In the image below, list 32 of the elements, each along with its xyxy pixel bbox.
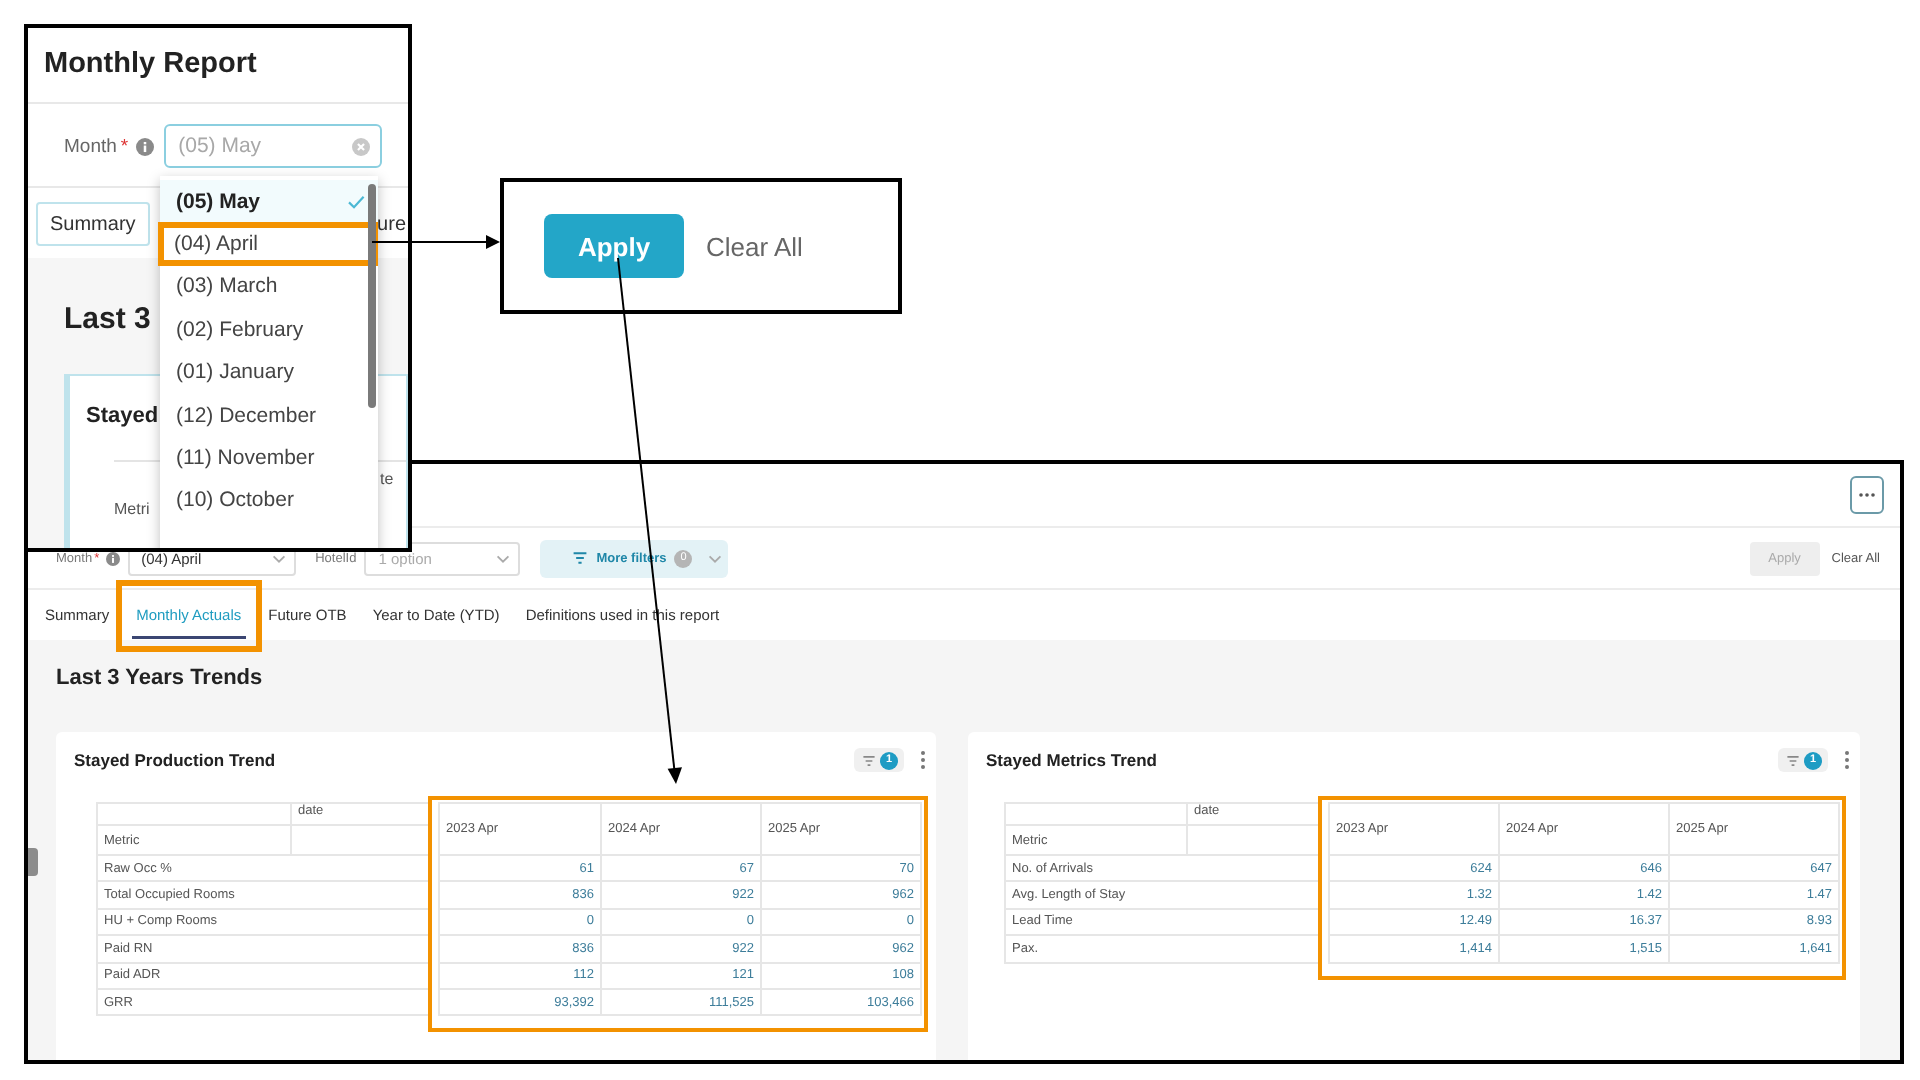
field-label: Month	[64, 135, 117, 157]
more-icon	[1858, 492, 1876, 498]
scrollbar[interactable]	[368, 184, 376, 408]
clear-all-link[interactable]: Clear All	[706, 231, 803, 261]
dropdown-option[interactable]: (03) March	[160, 265, 378, 309]
clear-icon	[352, 137, 371, 155]
month-field[interactable]: (05) May	[164, 124, 383, 168]
tab[interactable]: Summary	[36, 202, 150, 246]
section-title: Last 3	[64, 302, 151, 336]
report-title: Monthly Report	[44, 46, 257, 84]
card-title: Stayed	[86, 404, 159, 428]
required-mark: *	[120, 135, 129, 157]
card-title: Stayed Metrics Trend	[986, 750, 1158, 770]
kebab-menu-icon	[1844, 750, 1850, 770]
dropdown-option[interactable]: (12) December	[160, 393, 378, 437]
filter-icon	[1786, 753, 1800, 767]
dropdown-option[interactable]: (02) February	[160, 308, 378, 352]
dropdown-option[interactable]: (01) January	[160, 351, 378, 394]
dropdown-option[interactable]: (10) October	[160, 479, 378, 523]
section-title: Last 3 Years Trends	[56, 664, 263, 692]
filter-icon	[862, 753, 876, 767]
column-header: te	[380, 470, 394, 488]
dropdown-option[interactable]: (05) May	[160, 180, 378, 223]
row-header: Metri	[114, 500, 150, 518]
more-button[interactable]	[1850, 476, 1884, 514]
filter-icon	[572, 550, 589, 566]
side-handle[interactable]	[28, 848, 38, 876]
check-icon	[346, 191, 366, 212]
card-title: Stayed Production Trend	[74, 750, 276, 770]
kebab-menu-icon	[920, 750, 926, 770]
dropdown-option[interactable]: (04) April	[158, 222, 378, 266]
dropdown-option[interactable]: (11) November	[160, 436, 378, 480]
